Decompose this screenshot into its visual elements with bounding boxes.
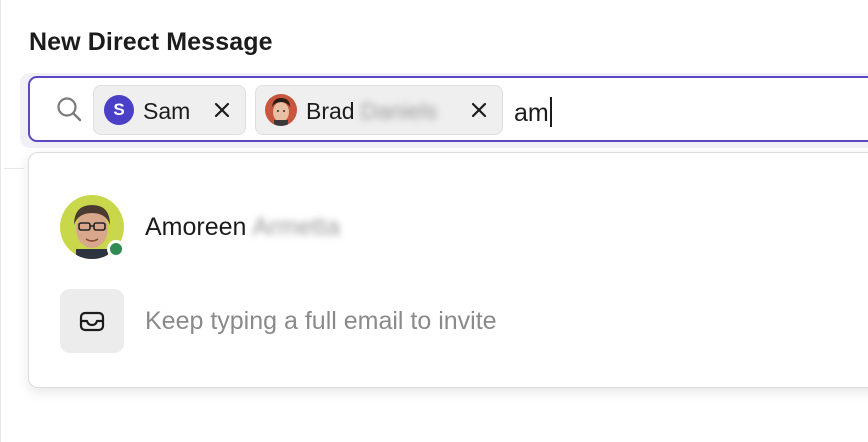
search-icon [57,97,82,122]
left-divider [0,0,5,442]
page-title: New Direct Message [29,28,273,56]
presence-online-indicator [107,240,125,258]
search-typed-text[interactable]: am [514,97,552,128]
result-item-user[interactable]: Amoreen Armetta [29,189,868,269]
recipient-chip-sam[interactable]: S Sam [93,85,246,135]
result-user-name: Amoreen Armetta [145,213,340,241]
text-caret [549,97,552,127]
close-icon[interactable] [211,99,233,121]
result-item-invite-hint: Keep typing a full email to invite [29,283,868,363]
close-icon[interactable] [468,99,490,121]
avatar [265,94,297,126]
envelope-icon [60,289,124,353]
invite-hint-text: Keep typing a full email to invite [145,307,497,335]
recipient-chip-label: Brad Daniels [306,98,438,124]
search-results-dropdown: Amoreen Armetta Keep typing a full email … [28,152,868,388]
recipient-chip-label: Sam [143,98,191,124]
recipient-chip-brad[interactable]: Brad Daniels [255,85,503,135]
avatar: S [104,95,134,125]
divider [4,168,24,169]
recipient-search-input[interactable]: S Sam Brad Daniels am [28,76,868,142]
